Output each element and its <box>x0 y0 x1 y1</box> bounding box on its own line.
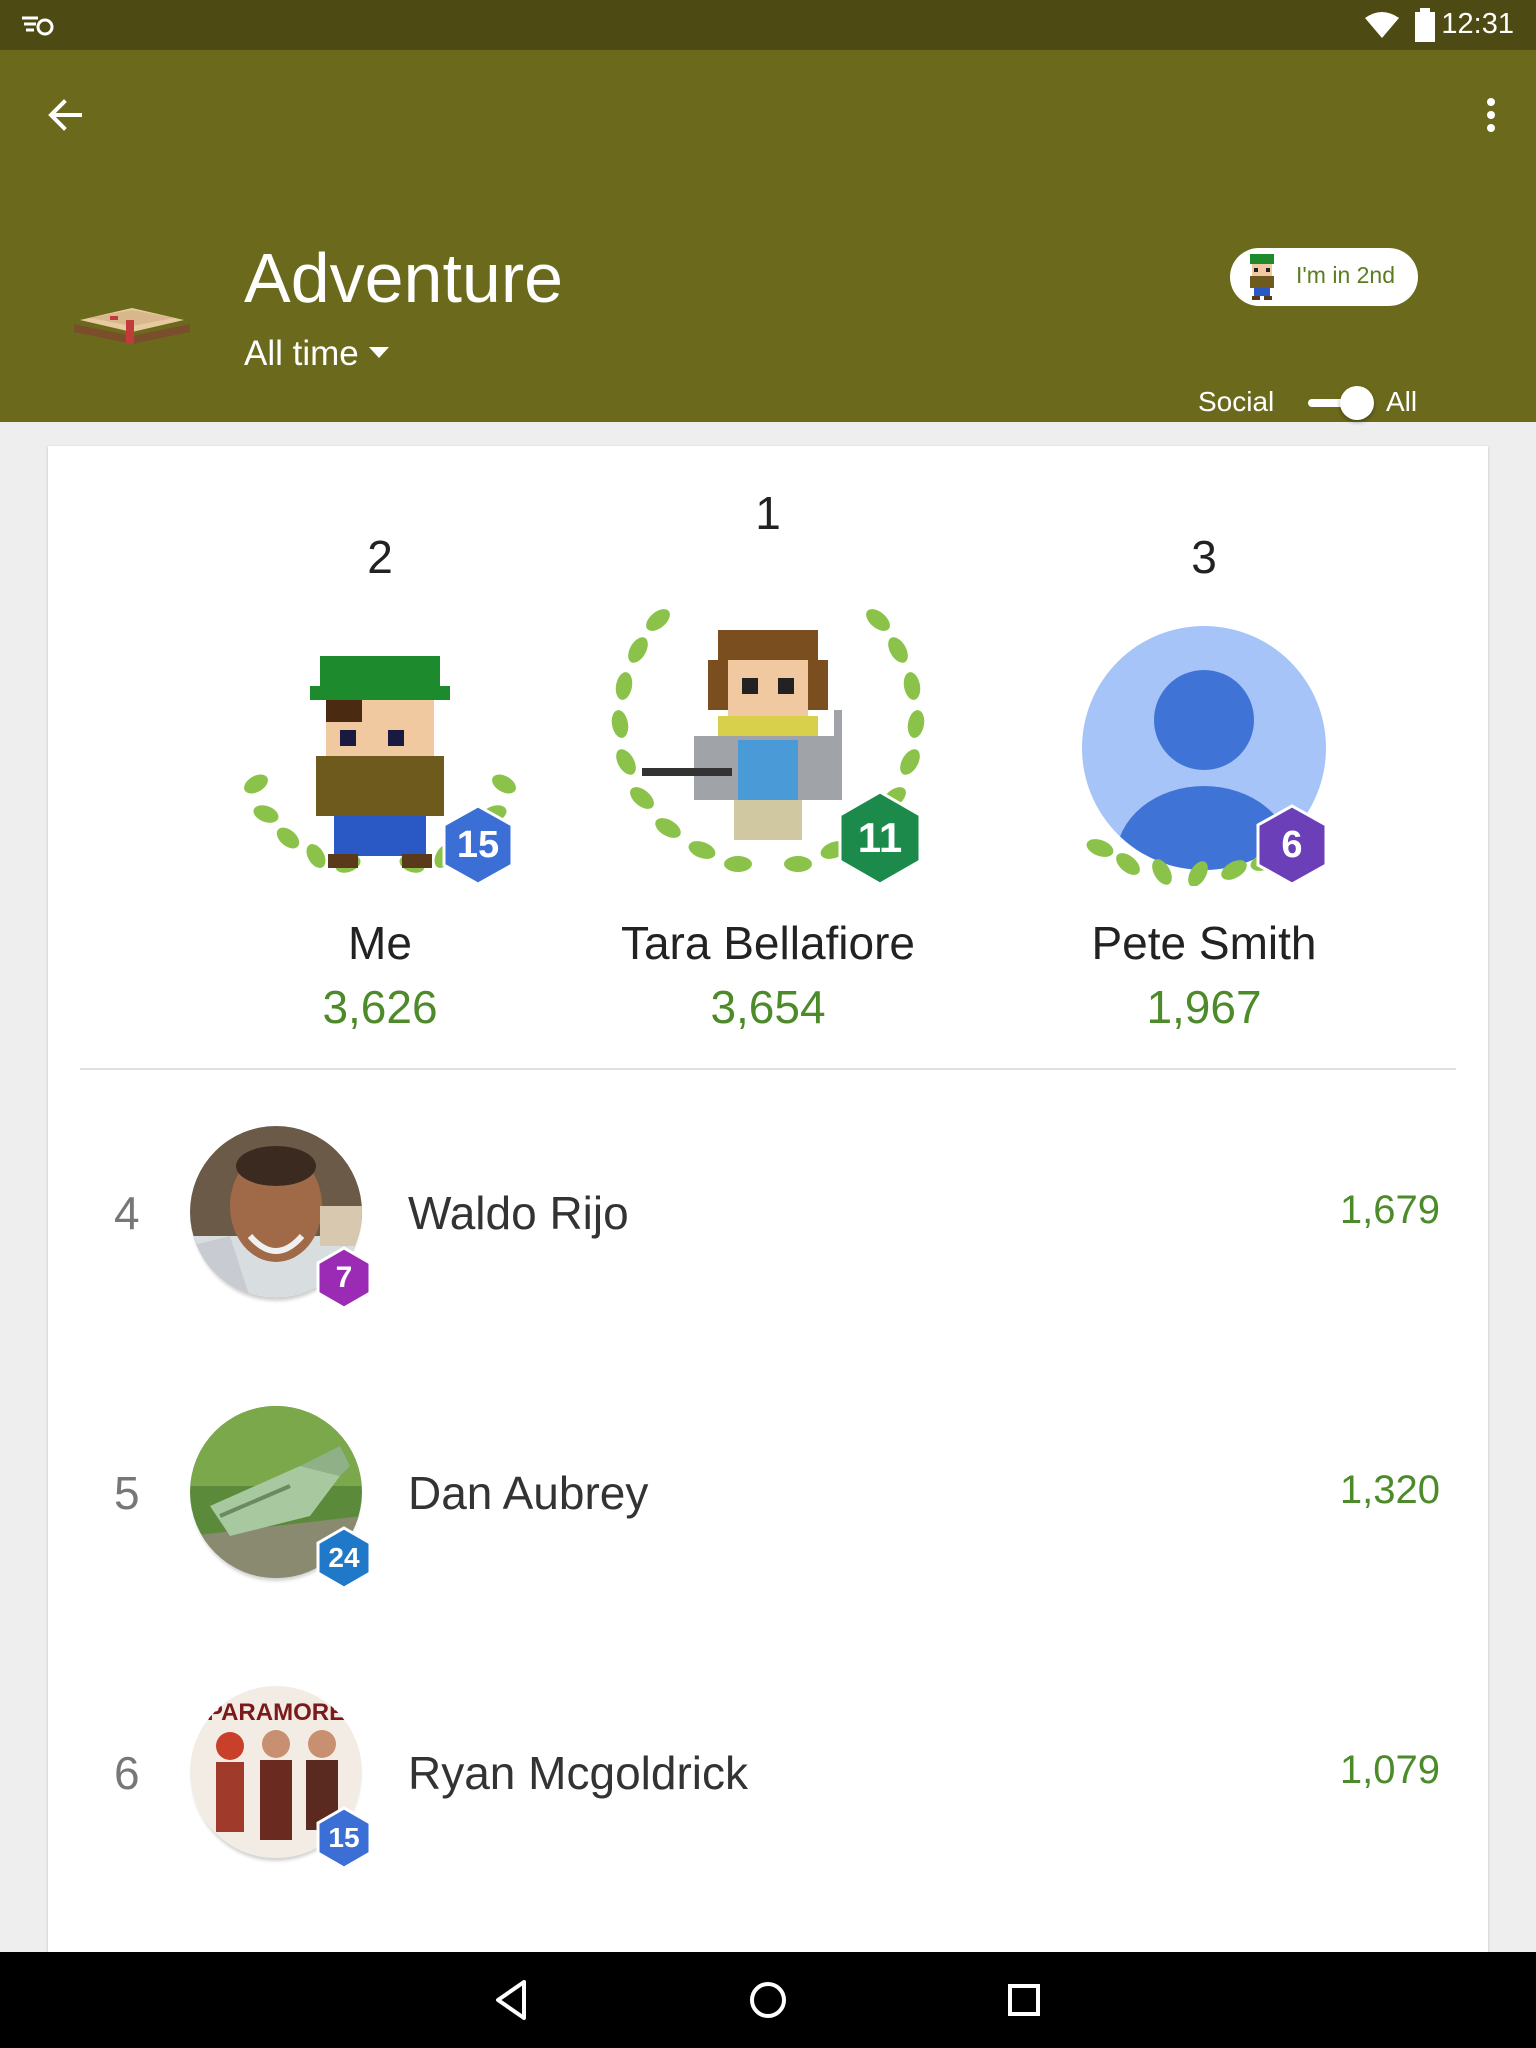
leaderboard-row[interactable]: 6 PARAMORE 15 Ryan Mcgoldrick 1,079 <box>48 1676 1488 1876</box>
my-rank-chip[interactable]: I'm in 2nd <box>1230 248 1418 306</box>
player-avatar-wrap: 24 <box>190 1406 380 1596</box>
podium-entry-3[interactable]: 3 6 Pete Smith 1,967 <box>984 446 1424 1046</box>
row-rank: 5 <box>114 1467 140 1519</box>
status-bar: 12:31 <box>0 0 1536 50</box>
level-number: 11 <box>857 814 903 861</box>
nav-home-icon[interactable] <box>740 1972 796 2028</box>
my-avatar-icon <box>1250 254 1274 300</box>
divider <box>80 1068 1456 1070</box>
level-badge: 15 <box>316 1806 372 1870</box>
row-rank: 4 <box>114 1187 140 1239</box>
time-period-dropdown[interactable]: All time <box>244 332 389 376</box>
player-score: 1,679 <box>1339 1188 1440 1232</box>
game-book-icon <box>74 308 190 344</box>
leaderboard-row[interactable]: 5 24 Dan Aubrey 1,320 <box>48 1396 1488 1596</box>
podium-rank: 2 <box>367 531 393 583</box>
player-name: Dan Aubrey <box>408 1467 649 1519</box>
my-rank-text: I'm in 2nd <box>1296 262 1395 288</box>
level-badge: 6 <box>1256 804 1328 886</box>
level-badge: 11 <box>838 790 922 886</box>
avatar-photo-text: PARAMORE <box>207 1699 345 1726</box>
player-score: 3,626 <box>322 981 438 1033</box>
level-number: 15 <box>456 823 500 866</box>
row-rank: 6 <box>114 1747 140 1799</box>
level-badge: 7 <box>316 1246 372 1310</box>
player-name: Pete Smith <box>1091 917 1317 969</box>
podium-entry-1[interactable]: 1 11 Tara Bellafiore 3,654 <box>548 446 988 1046</box>
nav-back-icon[interactable] <box>484 1972 540 2028</box>
level-number: 24 <box>328 1542 360 1573</box>
player-avatar-wrap: 7 <box>190 1126 380 1316</box>
level-number: 7 <box>335 1261 353 1294</box>
clock: 12:31 <box>1441 8 1514 40</box>
social-label: Social <box>1198 386 1275 417</box>
leaderboard-row[interactable]: 4 7 Waldo Rijo 1,679 <box>48 1116 1488 1316</box>
chevron-down-icon <box>368 347 389 359</box>
battery-icon <box>1415 8 1435 42</box>
player-name: Tara Bellafiore <box>620 917 916 969</box>
podium-rank: 3 <box>1191 531 1217 583</box>
game-title: Adventure <box>244 239 564 317</box>
notification-icon <box>22 16 54 36</box>
all-label: All <box>1386 386 1418 417</box>
toggle-thumb <box>1340 386 1374 420</box>
level-badge: 24 <box>316 1526 372 1590</box>
podium-rank: 1 <box>755 487 781 539</box>
leaderboard-card: 2 15 Me 3,626 1 11 Tara Bellafiore 3,654… <box>48 446 1488 1952</box>
app-bar: Adventure All time I'm in 2nd Social All <box>0 50 1536 422</box>
player-avatar-wrap: PARAMORE 15 <box>190 1686 380 1876</box>
level-badge: 15 <box>442 804 514 886</box>
player-score: 3,654 <box>710 981 826 1033</box>
player-name: Ryan Mcgoldrick <box>408 1747 748 1799</box>
time-period-label: All time <box>244 334 359 373</box>
player-score: 1,967 <box>1146 981 1262 1033</box>
podium-entry-2[interactable]: 2 15 Me 3,626 <box>160 446 600 1046</box>
social-all-toggle[interactable] <box>1308 386 1374 420</box>
player-score: 1,079 <box>1339 1748 1440 1792</box>
player-name: Me <box>348 917 412 969</box>
level-number: 6 <box>1281 823 1303 866</box>
player-score: 1,320 <box>1339 1468 1440 1512</box>
wifi-icon <box>1365 12 1399 38</box>
system-nav-bar <box>0 1952 1536 2048</box>
nav-recents-icon[interactable] <box>996 1972 1052 2028</box>
player-name: Waldo Rijo <box>408 1187 629 1239</box>
more-options-icon[interactable] <box>1476 90 1506 140</box>
level-number: 15 <box>328 1822 360 1853</box>
back-arrow-icon[interactable] <box>40 90 90 140</box>
